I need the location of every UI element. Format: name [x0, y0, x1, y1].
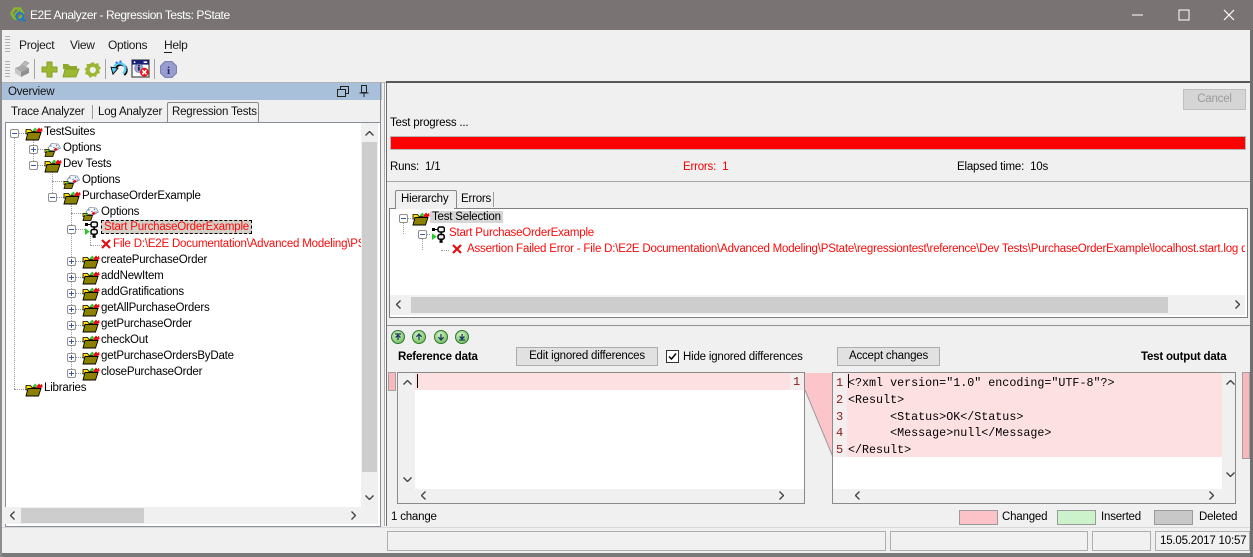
svg-text:i: i: [167, 65, 170, 77]
